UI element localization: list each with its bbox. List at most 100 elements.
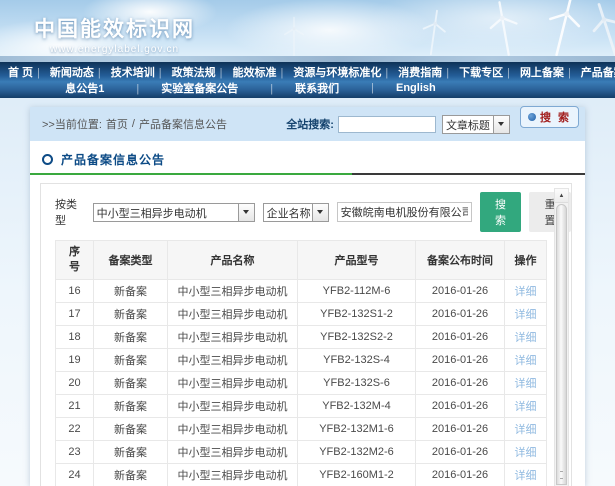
table-header: 序号 备案类型 产品名称 产品型号 备案公布时间 操作 [56,241,547,280]
dropdown-button[interactable] [312,204,328,221]
scroll-up-arrow-icon: ▲ [559,193,565,199]
site-search-input[interactable] [338,116,436,133]
cell-action: 详细 [505,303,547,326]
nav-item[interactable]: 首 页 [6,64,35,80]
detail-link[interactable]: 详细 [515,309,537,321]
search-category-select[interactable]: 文章标题 [442,115,510,134]
main-nav: 首 页 新闻动态 技术培训 政策法规 能效标准 资源与环境标准化 消费指南 下载… [0,62,615,98]
nav-item[interactable]: 产品备案信 [566,64,615,80]
cell-product-model: YFB2-132M1-6 [298,418,416,441]
cell-product-model: YFB2-160M1-2 [298,464,416,486]
underline-dark-segment [352,173,585,175]
cell-product-name: 中小型三相异步电动机 [168,326,298,349]
dropdown-button[interactable] [493,116,509,133]
company-name-input[interactable] [337,202,472,222]
cell-publish-date: 2016-01-26 [416,372,505,395]
chevron-down-icon [498,122,504,126]
type-select[interactable]: 中小型三相异步电动机 [93,203,255,222]
panel-scrollbar[interactable]: ▲ [554,188,569,486]
cell-publish-date: 2016-01-26 [416,349,505,372]
detail-link[interactable]: 详细 [515,286,537,298]
table-row: 21 新备案 中小型三相异步电动机 YFB2-132M-4 2016-01-26… [56,395,547,418]
cell-product-name: 中小型三相异步电动机 [168,349,298,372]
wind-turbine-icon [482,0,526,60]
detail-link[interactable]: 详细 [515,447,537,459]
breadcrumb-band: >>当前位置: 首页 / 产品备案信息公告 全站搜索: 文章标题 搜 索 [30,107,585,141]
table-row: 23 新备案 中小型三相异步电动机 YFB2-132M2-6 2016-01-2… [56,441,547,464]
detail-link[interactable]: 详细 [515,355,537,367]
scrollbar-grip-icon [560,471,563,479]
dropdown-button[interactable] [238,204,254,221]
column-header: 操作 [505,241,547,280]
nav-item[interactable]: 政策法规 [157,64,218,80]
table-row: 22 新备案 中小型三相异步电动机 YFB2-132M1-6 2016-01-2… [56,418,547,441]
nav-item[interactable]: 新闻动态 [35,64,96,80]
cell-seq: 16 [56,280,94,303]
cell-seq: 24 [56,464,94,486]
filter-bar: 按类型 中小型三相异步电动机 企业名称 搜索 [55,192,571,232]
cell-action: 详细 [505,464,547,486]
nav-item[interactable]: 消费指南 [383,64,444,80]
nav-item[interactable]: 网上备案 [505,64,566,80]
site-search-button-label: 搜 索 [540,109,571,125]
cell-record-type: 新备案 [94,303,168,326]
cell-action: 详细 [505,441,547,464]
cell-action: 详细 [505,418,547,441]
cell-record-type: 新备案 [94,372,168,395]
table-row: 19 新备案 中小型三相异步电动机 YFB2-132S-4 2016-01-26… [56,349,547,372]
search-field-select[interactable]: 企业名称 [263,203,329,222]
table-row: 16 新备案 中小型三相异步电动机 YFB2-112M-6 2016-01-26… [56,280,547,303]
cell-action: 详细 [505,280,547,303]
circle-bullet-icon [42,154,53,165]
cell-product-name: 中小型三相异步电动机 [168,372,298,395]
section-underline [30,173,585,175]
cell-seq: 22 [56,418,94,441]
breadcrumb: >>当前位置: 首页 / 产品备案信息公告 [42,116,227,132]
breadcrumb-current: 产品备案信息公告 [139,116,227,132]
cell-record-type: 新备案 [94,441,168,464]
nav-item[interactable]: 技术培训 [96,64,157,80]
detail-link[interactable]: 详细 [515,378,537,390]
page-title: 产品备案信息公告 [61,151,165,168]
site-title: 中国能效标识网 [34,13,195,43]
nav-item[interactable]: 实验室备案公告 [134,80,240,96]
nav-item[interactable]: 能效标准 [218,64,279,80]
cell-product-model: YFB2-132M-4 [298,395,416,418]
site-search: 全站搜索: 文章标题 搜 索 [286,113,579,135]
column-header: 序号 [56,241,94,280]
site-url: www.energylabel.gov.cn [34,44,195,55]
cell-product-model: YFB2-132S2-2 [298,326,416,349]
filter-type-label: 按类型 [55,196,85,228]
column-header: 产品名称 [168,241,298,280]
cell-product-name: 中小型三相异步电动机 [168,280,298,303]
banner-photo-strip [0,56,615,62]
wind-turbine-icon [282,15,306,57]
detail-link[interactable]: 详细 [515,401,537,413]
cell-record-type: 新备案 [94,349,168,372]
cell-action: 详细 [505,349,547,372]
cell-record-type: 新备案 [94,280,168,303]
breadcrumb-prefix: >>当前位置: [42,116,102,132]
table-row: 17 新备案 中小型三相异步电动机 YFB2-132S1-2 2016-01-2… [56,303,547,326]
nav-item[interactable]: 息公告1 [63,80,106,96]
site-search-button[interactable]: 搜 索 [520,106,579,128]
cell-product-model: YFB2-112M-6 [298,280,416,303]
nav-item[interactable]: 下载专区 [444,64,505,80]
scrollbar-thumb[interactable] [556,204,567,485]
detail-link[interactable]: 详细 [515,470,537,482]
nav-item[interactable]: 联系我们 [268,80,341,96]
scroll-up-button[interactable]: ▲ [555,189,568,203]
detail-link[interactable]: 详细 [515,332,537,344]
breadcrumb-home-link[interactable]: 首页 [106,116,128,132]
detail-link[interactable]: 详细 [515,424,537,436]
cell-publish-date: 2016-01-26 [416,464,505,486]
cell-publish-date: 2016-01-26 [416,418,505,441]
nav-item[interactable]: English [369,82,438,94]
records-panel: 按类型 中小型三相异步电动机 企业名称 搜索 [40,183,572,486]
nav-item[interactable]: 资源与环境标准化 [279,64,384,80]
filter-search-button[interactable]: 搜索 [480,192,522,232]
content-area: >>当前位置: 首页 / 产品备案信息公告 全站搜索: 文章标题 搜 索 [30,107,585,486]
cell-product-model: YFB2-132S1-2 [298,303,416,326]
records-table: 序号 备案类型 产品名称 产品型号 备案公布时间 操作 [55,240,547,486]
cell-publish-date: 2016-01-26 [416,395,505,418]
